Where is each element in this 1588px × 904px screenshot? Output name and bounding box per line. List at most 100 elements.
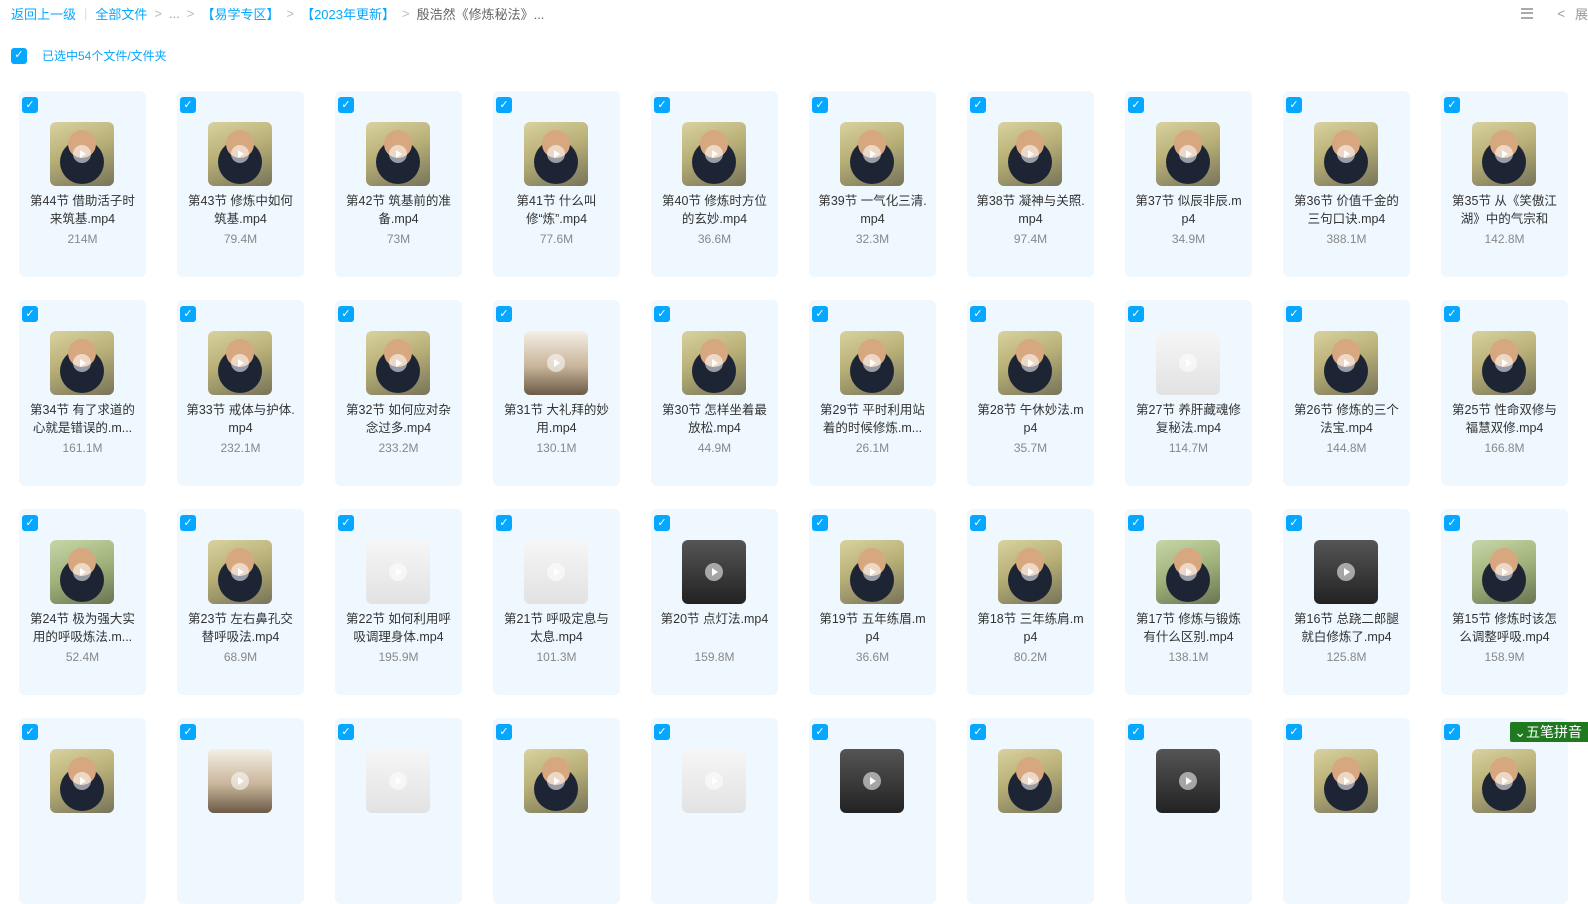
file-checkbox[interactable]: ✓: [338, 515, 354, 531]
file-name[interactable]: 第35节 从《笑傲江湖》中的气宗和: [1449, 192, 1560, 228]
file-checkbox[interactable]: ✓: [812, 97, 828, 113]
file-card[interactable]: ✓: [1283, 718, 1410, 904]
file-checkbox[interactable]: ✓: [1286, 515, 1302, 531]
file-name[interactable]: 第20节 点灯法.mp4: [659, 610, 770, 628]
video-thumbnail[interactable]: [208, 122, 272, 186]
file-name[interactable]: 第25节 性命双修与福慧双修.mp4: [1449, 401, 1560, 437]
video-thumbnail[interactable]: [998, 540, 1062, 604]
file-card[interactable]: ✓ 第33节 戒体与护体.mp4 232.1M: [177, 300, 304, 486]
video-thumbnail[interactable]: [366, 122, 430, 186]
file-checkbox[interactable]: ✓: [496, 97, 512, 113]
file-checkbox[interactable]: ✓: [22, 515, 38, 531]
select-all-checkbox[interactable]: ✓: [11, 47, 27, 64]
breadcrumb-all-files[interactable]: 全部文件: [95, 4, 147, 23]
file-card[interactable]: ✓: [335, 718, 462, 904]
file-card[interactable]: ✓ 第29节 平时利用站着的时候修炼.m... 26.1M: [809, 300, 936, 486]
video-thumbnail[interactable]: [1314, 331, 1378, 395]
file-card[interactable]: ✓ 第20节 点灯法.mp4 159.8M: [651, 509, 778, 695]
file-name[interactable]: 第31节 大礼拜的妙用.mp4: [501, 401, 612, 437]
video-thumbnail[interactable]: [50, 331, 114, 395]
file-name[interactable]: 第18节 三年练肩.mp4: [975, 610, 1086, 646]
file-checkbox[interactable]: ✓: [22, 97, 38, 113]
file-checkbox[interactable]: ✓: [180, 724, 196, 740]
file-checkbox[interactable]: ✓: [1286, 724, 1302, 740]
file-checkbox[interactable]: ✓: [1444, 724, 1460, 740]
file-card[interactable]: ✓: [1441, 718, 1568, 904]
file-checkbox[interactable]: ✓: [970, 515, 986, 531]
file-card[interactable]: ✓ 第32节 如何应对杂念过多.mp4 233.2M: [335, 300, 462, 486]
file-checkbox[interactable]: ✓: [22, 724, 38, 740]
file-name[interactable]: 第26节 修炼的三个法宝.mp4: [1291, 401, 1402, 437]
ime-indicator[interactable]: ⌄五笔拼音: [1510, 722, 1588, 742]
file-checkbox[interactable]: ✓: [180, 515, 196, 531]
file-checkbox[interactable]: ✓: [970, 724, 986, 740]
file-name[interactable]: 第39节 一气化三清.mp4: [817, 192, 928, 228]
video-thumbnail[interactable]: [50, 540, 114, 604]
video-thumbnail[interactable]: [1472, 749, 1536, 813]
file-name[interactable]: 第27节 养肝藏魂修复秘法.mp4: [1133, 401, 1244, 437]
file-checkbox[interactable]: ✓: [970, 97, 986, 113]
file-name[interactable]: 第37节 似辰非辰.mp4: [1133, 192, 1244, 228]
file-checkbox[interactable]: ✓: [338, 306, 354, 322]
video-thumbnail[interactable]: [208, 540, 272, 604]
video-thumbnail[interactable]: [840, 540, 904, 604]
video-thumbnail[interactable]: [998, 749, 1062, 813]
file-checkbox[interactable]: ✓: [1128, 306, 1144, 322]
video-thumbnail[interactable]: [682, 540, 746, 604]
video-thumbnail[interactable]: [524, 540, 588, 604]
file-checkbox[interactable]: ✓: [812, 724, 828, 740]
file-card[interactable]: ✓ 第39节 一气化三清.mp4 32.3M: [809, 91, 936, 277]
file-name[interactable]: 第15节 修炼时该怎么调整呼吸.mp4: [1449, 610, 1560, 646]
video-thumbnail[interactable]: [1472, 540, 1536, 604]
file-name[interactable]: 第30节 怎样坐着最放松.mp4: [659, 401, 770, 437]
file-card[interactable]: ✓: [809, 718, 936, 904]
file-checkbox[interactable]: ✓: [338, 97, 354, 113]
file-card[interactable]: ✓: [651, 718, 778, 904]
file-name[interactable]: 第41节 什么叫修“炼”.mp4: [501, 192, 612, 228]
file-name[interactable]: 第33节 戒体与护体.mp4: [185, 401, 296, 437]
video-thumbnail[interactable]: [1472, 331, 1536, 395]
video-thumbnail[interactable]: [524, 122, 588, 186]
list-view-icon[interactable]: [1521, 7, 1534, 19]
video-thumbnail[interactable]: [682, 749, 746, 813]
file-name[interactable]: 第38节 凝神与关照.mp4: [975, 192, 1086, 228]
file-checkbox[interactable]: ✓: [22, 306, 38, 322]
video-thumbnail[interactable]: [682, 122, 746, 186]
file-checkbox[interactable]: ✓: [496, 306, 512, 322]
video-thumbnail[interactable]: [524, 749, 588, 813]
video-thumbnail[interactable]: [840, 122, 904, 186]
video-thumbnail[interactable]: [366, 331, 430, 395]
chevron-left-icon[interactable]: <: [1557, 6, 1565, 21]
video-thumbnail[interactable]: [208, 331, 272, 395]
file-checkbox[interactable]: ✓: [1286, 97, 1302, 113]
file-card[interactable]: ✓ 第15节 修炼时该怎么调整呼吸.mp4 158.9M: [1441, 509, 1568, 695]
back-link[interactable]: 返回上一级: [11, 4, 76, 23]
file-checkbox[interactable]: ✓: [654, 306, 670, 322]
file-name[interactable]: 第34节 有了求道的心就是错误的.m...: [27, 401, 138, 437]
video-thumbnail[interactable]: [524, 331, 588, 395]
file-card[interactable]: ✓ 第18节 三年练肩.mp4 80.2M: [967, 509, 1094, 695]
file-card[interactable]: ✓ 第44节 借助活子时来筑基.mp4 214M: [19, 91, 146, 277]
file-card[interactable]: ✓ 第34节 有了求道的心就是错误的.m... 161.1M: [19, 300, 146, 486]
video-thumbnail[interactable]: [1314, 749, 1378, 813]
file-name[interactable]: 第32节 如何应对杂念过多.mp4: [343, 401, 454, 437]
file-card[interactable]: ✓ 第17节 修炼与锻炼有什么区别.mp4 138.1M: [1125, 509, 1252, 695]
video-thumbnail[interactable]: [1156, 122, 1220, 186]
file-name[interactable]: 第42节 筑基前的准备.mp4: [343, 192, 454, 228]
video-thumbnail[interactable]: [840, 749, 904, 813]
file-checkbox[interactable]: ✓: [1128, 515, 1144, 531]
file-name[interactable]: 第29节 平时利用站着的时候修炼.m...: [817, 401, 928, 437]
file-checkbox[interactable]: ✓: [1444, 515, 1460, 531]
video-thumbnail[interactable]: [366, 749, 430, 813]
file-checkbox[interactable]: ✓: [496, 515, 512, 531]
file-name[interactable]: 第23节 左右鼻孔交替呼吸法.mp4: [185, 610, 296, 646]
video-thumbnail[interactable]: [840, 331, 904, 395]
file-card[interactable]: ✓ 第38节 凝神与关照.mp4 97.4M: [967, 91, 1094, 277]
file-card[interactable]: ✓ 第21节 呼吸定息与太息.mp4 101.3M: [493, 509, 620, 695]
file-card[interactable]: ✓: [19, 718, 146, 904]
file-checkbox[interactable]: ✓: [496, 724, 512, 740]
video-thumbnail[interactable]: [50, 749, 114, 813]
file-name[interactable]: 第28节 午休妙法.mp4: [975, 401, 1086, 437]
file-name[interactable]: 第43节 修炼中如何筑基.mp4: [185, 192, 296, 228]
file-checkbox[interactable]: ✓: [1286, 306, 1302, 322]
